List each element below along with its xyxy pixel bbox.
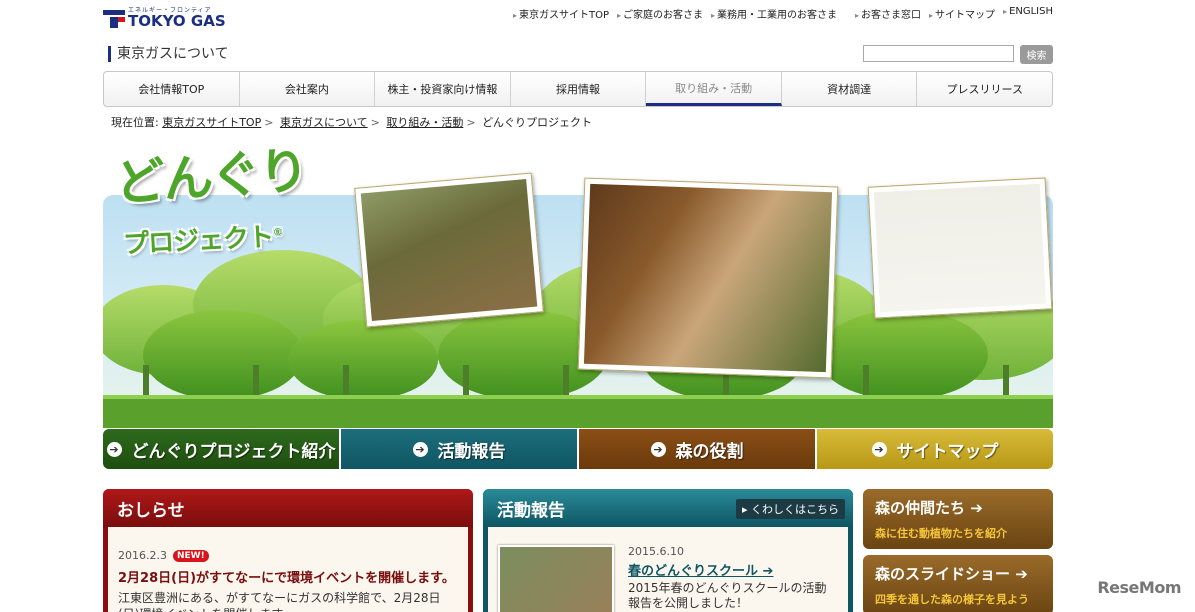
top-link-sitemap[interactable]: サイトマップ [929,6,995,21]
logo-mark-icon [103,8,125,28]
cat-sitemap[interactable]: ➔ サイトマップ [817,429,1053,469]
news-text: 江東区豊洲にある、がすてなーにガスの科学館で、2月28日(日)環境イベントを開催… [118,591,441,612]
report-title-link[interactable]: 春のどんぐりスクール ➔ [628,560,838,579]
arrow-right-icon: ➔ [106,441,122,457]
hero-banner: どんぐり プロジェクト® [103,140,1053,428]
side-subtitle: 四季を通した森の様子を見よう [875,593,1029,606]
hero-photo-girl-with-tree [577,177,839,379]
top-link-site-top[interactable]: 東京ガスサイトTOP [513,6,609,21]
search-form: 検索 [863,45,1053,64]
page: エネルギー・フロンティア TOKYO GAS 東京ガスサイトTOP ご家庭のお客… [103,0,1053,612]
search-input[interactable] [863,45,1014,62]
news-box: おしらせ 2016.2.3 NEW! 2月28日(日)がすてなーにで環境イベント… [103,489,473,612]
breadcrumb-activities[interactable]: 取り組み・活動 [386,116,463,129]
top-link-business[interactable]: 業務用・工業用のお客さま [711,6,837,21]
section-title[interactable]: 東京ガスについて [108,46,229,62]
report-date: 2015.6.10 [628,545,684,558]
report-box: 活動報告 ▸ くわしくはこちら 2015.6.10 春のどんぐりスクール ➔ 2… [483,489,853,612]
arrow-right-icon: ➔ [412,441,428,457]
resemom-watermark: ReseMom [1097,578,1181,597]
chevron-right-icon: ➔ [762,564,774,579]
side-title-row: 森のスライドショー ➔ [875,563,1041,584]
breadcrumb-site-top[interactable]: 東京ガスサイトTOP [162,116,261,129]
breadcrumb: 現在位置: 東京ガスサイトTOP > 東京ガスについて > 取り組み・活動 > どんぐ… [111,114,592,130]
cat-label: 森の役割 [675,441,744,462]
report-more-label: くわしくはこちら [751,503,839,516]
cat-forest-role[interactable]: ➔ 森の役割 [579,429,815,469]
top-link-english[interactable]: ENGLISH [1003,6,1053,21]
cat-label: 活動報告 [437,441,506,462]
global-nav: 会社情報TOP 会社案内 株主・投資家向け情報 採用情報 取り組み・活動 資材調… [103,71,1053,107]
breadcrumb-label: 現在位置: [111,116,159,129]
cat-label: どんぐりプロジェクト紹介 [131,441,336,462]
arrow-right-icon: ➔ [650,441,666,457]
hero-photo-children-planting [354,172,544,328]
new-badge: NEW! [172,549,209,562]
news-date: 2016.2.3 [118,549,167,562]
chevron-right-icon: > [466,116,476,129]
gnav-press[interactable]: プレスリリース [917,72,1052,106]
side-forest-friends[interactable]: 森の仲間たち ➔ 森に住む動植物たちを紹介 [863,489,1053,549]
chevron-right-icon: > [370,116,380,129]
side-title: 森のスライドショー [875,565,1011,583]
news-date-row: 2016.2.3 NEW! [118,549,458,562]
hero-photo-leaf-craft [867,177,1053,319]
arrow-right-icon: ➔ [871,441,887,457]
breadcrumb-about[interactable]: 東京ガスについて [280,116,368,129]
arrow-right-icon: ➔ [970,499,983,517]
report-more-button[interactable]: ▸ くわしくはこちら [735,499,845,519]
category-nav: ➔ どんぐりプロジェクト紹介 ➔ 活動報告 ➔ 森の役割 ➔ サイトマップ [103,429,1053,469]
report-text: 2015年春のどんぐりスクールの活動報告を公開しました！ [628,581,827,610]
cat-activity-report[interactable]: ➔ 活動報告 [341,429,577,469]
report-thumbnail[interactable] [498,545,614,612]
search-button[interactable]: 検索 [1020,45,1053,64]
side-title: 森の仲間たち [875,499,966,517]
cat-label: サイトマップ [896,441,999,462]
photo-image [583,183,833,373]
logo-wordmark: TOKYO GAS [128,11,226,30]
tokyo-gas-logo[interactable]: エネルギー・フロンティア TOKYO GAS [103,6,226,30]
top-link-home[interactable]: ご家庭のお客さま [617,6,703,21]
gnav-company-info[interactable]: 会社案内 [240,72,376,106]
gnav-company-top[interactable]: 会社情報TOP [104,72,240,106]
chevron-right-icon: > [264,116,274,129]
gnav-procurement[interactable]: 資材調達 [782,72,918,106]
side-forest-slideshow[interactable]: 森のスライドショー ➔ 四季を通した森の様子を見よう [863,555,1053,612]
top-links: 東京ガスサイトTOP ご家庭のお客さま 業務用・工業用のお客さま お客さま窓口 … [505,6,1053,21]
gnav-activities[interactable]: 取り組み・活動 [646,72,782,106]
news-body: 2016.2.3 NEW! 2月28日(日)がすてなーにで環境イベントを開催しま… [108,527,468,612]
photo-image [360,179,538,321]
hero-title: どんぐり [113,141,309,213]
news-title[interactable]: 2月28日(日)がすてなーにで環境イベントを開催します。 [118,567,458,586]
arrow-right-icon: ➔ [1015,565,1028,583]
gnav-investors[interactable]: 株主・投資家向け情報 [375,72,511,106]
side-subtitle: 森に住む動植物たちを紹介 [875,527,1007,540]
registered-mark: ® [272,227,283,239]
cat-project-intro[interactable]: ➔ どんぐりプロジェクト紹介 [103,429,339,469]
breadcrumb-current: どんぐりプロジェクト [482,116,593,129]
photo-image [873,183,1047,313]
top-link-support[interactable]: お客さま窓口 [855,6,921,21]
hero-subtitle-text: プロジェクト [122,222,274,261]
side-title-row: 森の仲間たち ➔ [875,497,1041,518]
gnav-recruit[interactable]: 採用情報 [511,72,647,106]
report-body: 2015.6.10 春のどんぐりスクール ➔ 2015年春のどんぐりスクールの活… [488,527,848,612]
report-title: 春のどんぐりスクール [628,564,759,579]
news-heading: おしらせ [103,489,473,527]
